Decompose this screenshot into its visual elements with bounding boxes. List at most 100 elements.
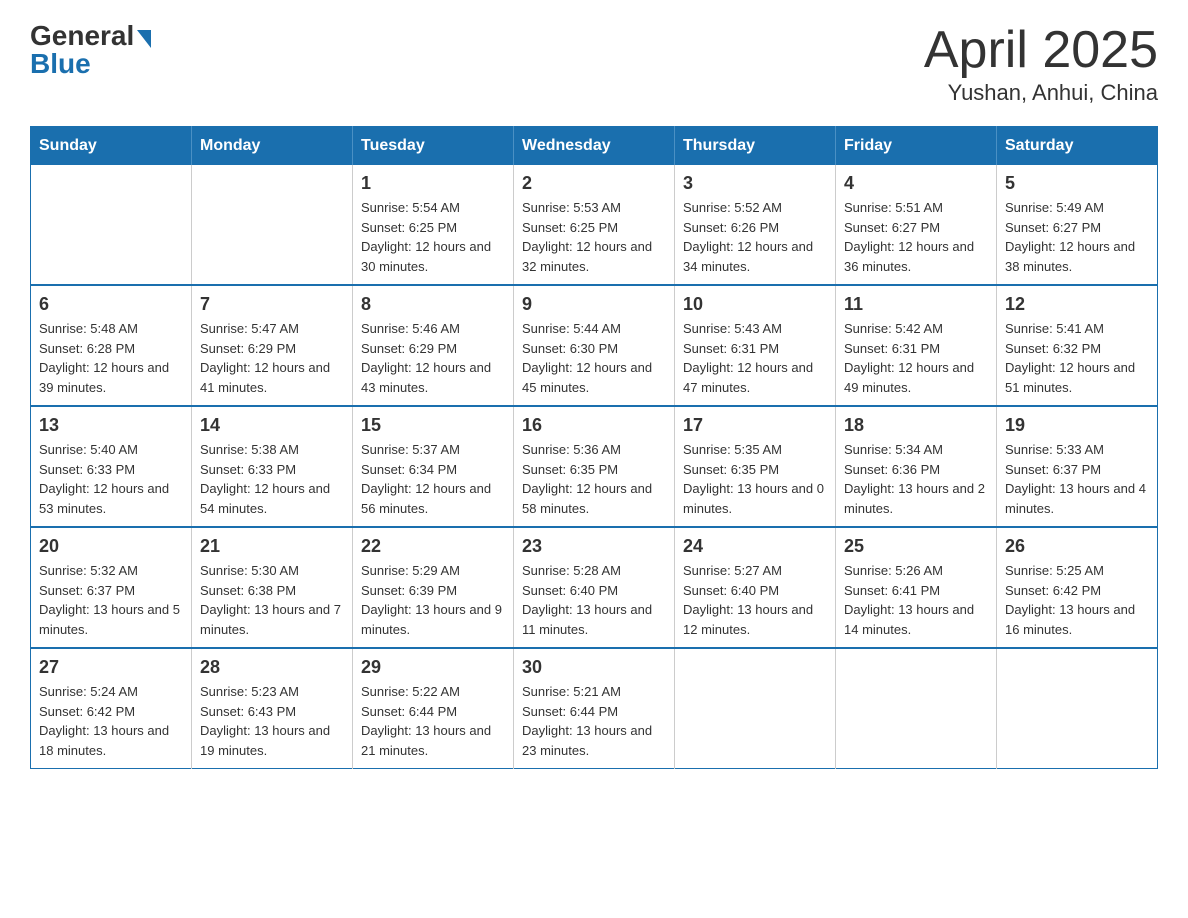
day-info: Sunrise: 5:43 AMSunset: 6:31 PMDaylight:… xyxy=(683,319,827,397)
day-info: Sunrise: 5:23 AMSunset: 6:43 PMDaylight:… xyxy=(200,682,344,760)
day-number: 14 xyxy=(200,415,344,436)
calendar-cell: 21Sunrise: 5:30 AMSunset: 6:38 PMDayligh… xyxy=(192,527,353,648)
logo: General Blue xyxy=(30,20,151,80)
day-number: 3 xyxy=(683,173,827,194)
day-number: 17 xyxy=(683,415,827,436)
calendar-cell: 8Sunrise: 5:46 AMSunset: 6:29 PMDaylight… xyxy=(353,285,514,406)
calendar-cell: 5 Sunrise: 5:49 AMSunset: 6:27 PMDaylight… xyxy=(997,165,1158,285)
calendar-cell: 27 Sunrise: 5:24 AMSunset: 6:42 PMDayligh… xyxy=(31,648,192,769)
calendar-cell: 18 Sunrise: 5:34 AMSunset: 6:36 PMDayligh… xyxy=(836,406,997,527)
calendar-cell: 17 Sunrise: 5:35 AMSunset: 6:35 PMDayligh… xyxy=(675,406,836,527)
calendar-cell xyxy=(192,165,353,285)
calendar-cell: 13 Sunrise: 5:40 AMSunset: 6:33 PMDayligh… xyxy=(31,406,192,527)
weekday-header-tuesday: Tuesday xyxy=(353,127,514,166)
weekday-header-thursday: Thursday xyxy=(675,127,836,166)
day-info: Sunrise: 5:21 AMSunset: 6:44 PMDaylight:… xyxy=(522,682,666,760)
calendar-week-3: 13 Sunrise: 5:40 AMSunset: 6:33 PMDayligh… xyxy=(31,406,1158,527)
day-info: Sunrise: 5:26 AMSunset: 6:41 PMDaylight:… xyxy=(844,561,988,639)
day-info: Sunrise: 5:28 AMSunset: 6:40 PMDaylight:… xyxy=(522,561,666,639)
day-number: 13 xyxy=(39,415,183,436)
weekday-header-sunday: Sunday xyxy=(31,127,192,166)
calendar-week-5: 27 Sunrise: 5:24 AMSunset: 6:42 PMDayligh… xyxy=(31,648,1158,769)
day-number: 12 xyxy=(1005,294,1149,315)
weekday-header-wednesday: Wednesday xyxy=(514,127,675,166)
calendar-cell: 22Sunrise: 5:29 AMSunset: 6:39 PMDayligh… xyxy=(353,527,514,648)
day-info: Sunrise: 5:51 AMSunset: 6:27 PMDaylight:… xyxy=(844,198,988,276)
day-number: 24 xyxy=(683,536,827,557)
day-number: 6 xyxy=(39,294,183,315)
day-info: Sunrise: 5:37 AMSunset: 6:34 PMDaylight:… xyxy=(361,440,505,518)
calendar-cell: 9 Sunrise: 5:44 AMSunset: 6:30 PMDaylight… xyxy=(514,285,675,406)
day-number: 22 xyxy=(361,536,505,557)
day-number: 20 xyxy=(39,536,183,557)
day-info: Sunrise: 5:32 AMSunset: 6:37 PMDaylight:… xyxy=(39,561,183,639)
day-info: Sunrise: 5:47 AMSunset: 6:29 PMDaylight:… xyxy=(200,319,344,397)
day-number: 25 xyxy=(844,536,988,557)
calendar-header-row: SundayMondayTuesdayWednesdayThursdayFrid… xyxy=(31,127,1158,166)
calendar-cell: 11 Sunrise: 5:42 AMSunset: 6:31 PMDayligh… xyxy=(836,285,997,406)
calendar-cell: 29 Sunrise: 5:22 AMSunset: 6:44 PMDayligh… xyxy=(353,648,514,769)
calendar-cell: 20 Sunrise: 5:32 AMSunset: 6:37 PMDayligh… xyxy=(31,527,192,648)
day-info: Sunrise: 5:42 AMSunset: 6:31 PMDaylight:… xyxy=(844,319,988,397)
day-info: Sunrise: 5:54 AMSunset: 6:25 PMDaylight:… xyxy=(361,198,505,276)
day-info: Sunrise: 5:24 AMSunset: 6:42 PMDaylight:… xyxy=(39,682,183,760)
calendar-cell: 24Sunrise: 5:27 AMSunset: 6:40 PMDayligh… xyxy=(675,527,836,648)
calendar-week-2: 6 Sunrise: 5:48 AMSunset: 6:28 PMDaylight… xyxy=(31,285,1158,406)
day-number: 23 xyxy=(522,536,666,557)
day-number: 11 xyxy=(844,294,988,315)
day-number: 18 xyxy=(844,415,988,436)
calendar-cell: 26Sunrise: 5:25 AMSunset: 6:42 PMDayligh… xyxy=(997,527,1158,648)
day-info: Sunrise: 5:34 AMSunset: 6:36 PMDaylight:… xyxy=(844,440,988,518)
calendar-cell: 10 Sunrise: 5:43 AMSunset: 6:31 PMDayligh… xyxy=(675,285,836,406)
day-number: 1 xyxy=(361,173,505,194)
day-info: Sunrise: 5:53 AMSunset: 6:25 PMDaylight:… xyxy=(522,198,666,276)
calendar-cell xyxy=(675,648,836,769)
day-number: 29 xyxy=(361,657,505,678)
day-info: Sunrise: 5:52 AMSunset: 6:26 PMDaylight:… xyxy=(683,198,827,276)
page-header: General Blue April 2025 Yushan, Anhui, C… xyxy=(30,20,1158,106)
day-number: 8 xyxy=(361,294,505,315)
day-number: 10 xyxy=(683,294,827,315)
calendar-cell: 12 Sunrise: 5:41 AMSunset: 6:32 PMDayligh… xyxy=(997,285,1158,406)
day-number: 5 xyxy=(1005,173,1149,194)
calendar-cell: 15 Sunrise: 5:37 AMSunset: 6:34 PMDayligh… xyxy=(353,406,514,527)
day-info: Sunrise: 5:35 AMSunset: 6:35 PMDaylight:… xyxy=(683,440,827,518)
calendar-subtitle: Yushan, Anhui, China xyxy=(924,80,1158,106)
day-number: 2 xyxy=(522,173,666,194)
weekday-header-monday: Monday xyxy=(192,127,353,166)
calendar-cell: 25 Sunrise: 5:26 AMSunset: 6:41 PMDayligh… xyxy=(836,527,997,648)
calendar-cell: 6 Sunrise: 5:48 AMSunset: 6:28 PMDaylight… xyxy=(31,285,192,406)
day-number: 15 xyxy=(361,415,505,436)
calendar-cell: 3 Sunrise: 5:52 AMSunset: 6:26 PMDaylight… xyxy=(675,165,836,285)
calendar-cell xyxy=(31,165,192,285)
calendar-cell: 28 Sunrise: 5:23 AMSunset: 6:43 PMDayligh… xyxy=(192,648,353,769)
calendar-cell: 1 Sunrise: 5:54 AMSunset: 6:25 PMDaylight… xyxy=(353,165,514,285)
day-info: Sunrise: 5:40 AMSunset: 6:33 PMDaylight:… xyxy=(39,440,183,518)
calendar-week-4: 20 Sunrise: 5:32 AMSunset: 6:37 PMDayligh… xyxy=(31,527,1158,648)
day-info: Sunrise: 5:44 AMSunset: 6:30 PMDaylight:… xyxy=(522,319,666,397)
day-info: Sunrise: 5:38 AMSunset: 6:33 PMDaylight:… xyxy=(200,440,344,518)
day-info: Sunrise: 5:48 AMSunset: 6:28 PMDaylight:… xyxy=(39,319,183,397)
day-number: 9 xyxy=(522,294,666,315)
calendar-cell xyxy=(836,648,997,769)
day-info: Sunrise: 5:25 AMSunset: 6:42 PMDaylight:… xyxy=(1005,561,1149,639)
logo-arrow-icon xyxy=(137,30,151,48)
day-info: Sunrise: 5:49 AMSunset: 6:27 PMDaylight:… xyxy=(1005,198,1149,276)
day-number: 27 xyxy=(39,657,183,678)
day-info: Sunrise: 5:41 AMSunset: 6:32 PMDaylight:… xyxy=(1005,319,1149,397)
day-info: Sunrise: 5:22 AMSunset: 6:44 PMDaylight:… xyxy=(361,682,505,760)
weekday-header-saturday: Saturday xyxy=(997,127,1158,166)
calendar-cell xyxy=(997,648,1158,769)
calendar-week-1: 1 Sunrise: 5:54 AMSunset: 6:25 PMDaylight… xyxy=(31,165,1158,285)
day-number: 7 xyxy=(200,294,344,315)
calendar-cell: 14 Sunrise: 5:38 AMSunset: 6:33 PMDayligh… xyxy=(192,406,353,527)
calendar-cell: 2 Sunrise: 5:53 AMSunset: 6:25 PMDaylight… xyxy=(514,165,675,285)
day-number: 28 xyxy=(200,657,344,678)
calendar-table: SundayMondayTuesdayWednesdayThursdayFrid… xyxy=(30,126,1158,769)
calendar-title: April 2025 xyxy=(924,20,1158,80)
day-number: 4 xyxy=(844,173,988,194)
logo-blue-text: Blue xyxy=(30,48,91,80)
calendar-cell: 30 Sunrise: 5:21 AMSunset: 6:44 PMDayligh… xyxy=(514,648,675,769)
day-number: 30 xyxy=(522,657,666,678)
weekday-header-friday: Friday xyxy=(836,127,997,166)
